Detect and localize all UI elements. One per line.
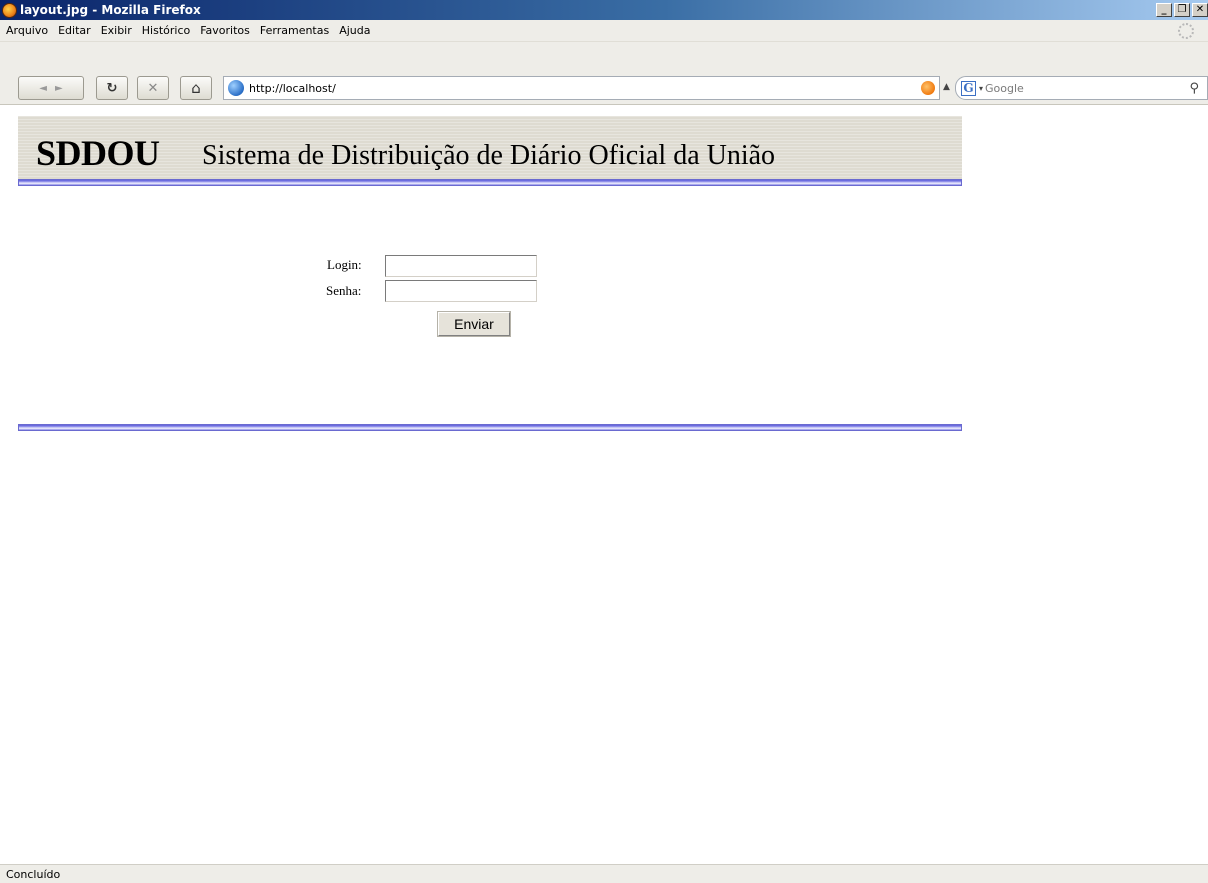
forward-icon[interactable]: ► xyxy=(55,83,63,94)
menu-editar[interactable]: Editar xyxy=(56,24,99,37)
menu-historico[interactable]: Histórico xyxy=(140,24,198,37)
throbber-icon xyxy=(1178,23,1194,39)
search-engine-dropdown-icon[interactable]: ▾ xyxy=(979,84,983,93)
search-icon[interactable]: ⚲ xyxy=(1189,81,1199,96)
url-bar[interactable]: http://localhost/ xyxy=(223,76,940,100)
header-divider xyxy=(18,179,962,186)
window-title: layout.jpg - Mozilla Firefox xyxy=(20,3,201,17)
site-icon xyxy=(228,80,244,96)
menu-ferramentas[interactable]: Ferramentas xyxy=(258,24,337,37)
minimize-button[interactable]: _ xyxy=(1156,3,1172,17)
maximize-button[interactable]: ❐ xyxy=(1174,3,1190,17)
search-engine-icon[interactable]: G xyxy=(961,80,976,96)
back-forward-button[interactable]: ◄ ► xyxy=(18,76,84,100)
menu-ajuda[interactable]: Ajuda xyxy=(337,24,378,37)
menu-arquivo[interactable]: Arquivo xyxy=(4,24,56,37)
menu-favoritos[interactable]: Favoritos xyxy=(198,24,258,37)
stop-icon: ✕ xyxy=(147,80,159,96)
status-text: Concluído xyxy=(6,867,61,881)
footer-divider xyxy=(18,424,962,431)
password-label: Senha: xyxy=(326,283,362,298)
feed-icon[interactable] xyxy=(921,81,935,95)
login-label: Login: xyxy=(327,257,362,272)
header-banner: SDDOU Sistema de Distribuição de Diário … xyxy=(18,116,962,183)
window-titlebar[interactable]: layout.jpg - Mozilla Firefox _ ❐ ✕ xyxy=(0,0,1208,20)
menu-bar: Arquivo Editar Exibir Histórico Favorito… xyxy=(0,20,1208,42)
search-bar[interactable]: G ▾ Google ⚲ xyxy=(955,76,1208,100)
reload-icon: ↻ xyxy=(106,80,118,96)
submit-button[interactable]: Enviar xyxy=(437,311,511,337)
page-content: SDDOU Sistema de Distribuição de Diário … xyxy=(0,106,1208,864)
close-button[interactable]: ✕ xyxy=(1192,3,1208,17)
url-text[interactable]: http://localhost/ xyxy=(249,82,921,95)
home-button[interactable]: ⌂ xyxy=(180,76,212,100)
navigation-toolbar: ◄ ► ↻ ✕ ⌂ http://localhost/ ▲ G ▾ Google… xyxy=(0,42,1208,105)
home-icon: ⌂ xyxy=(191,79,201,97)
url-dropdown-icon[interactable]: ▲ xyxy=(943,82,950,92)
window-controls: _ ❐ ✕ xyxy=(1156,3,1208,17)
login-field[interactable] xyxy=(385,255,537,277)
search-input[interactable]: Google xyxy=(985,82,1189,95)
firefox-icon xyxy=(2,2,17,18)
back-icon[interactable]: ◄ xyxy=(39,83,47,94)
reload-button[interactable]: ↻ xyxy=(96,76,128,100)
password-field[interactable] xyxy=(385,280,537,302)
menu-exibir[interactable]: Exibir xyxy=(99,24,140,37)
stop-button[interactable]: ✕ xyxy=(137,76,169,100)
status-bar: Concluído xyxy=(0,864,1208,883)
page-title: Sistema de Distribuição de Diário Oficia… xyxy=(202,140,776,171)
brand-logo: SDDOU xyxy=(36,133,160,173)
